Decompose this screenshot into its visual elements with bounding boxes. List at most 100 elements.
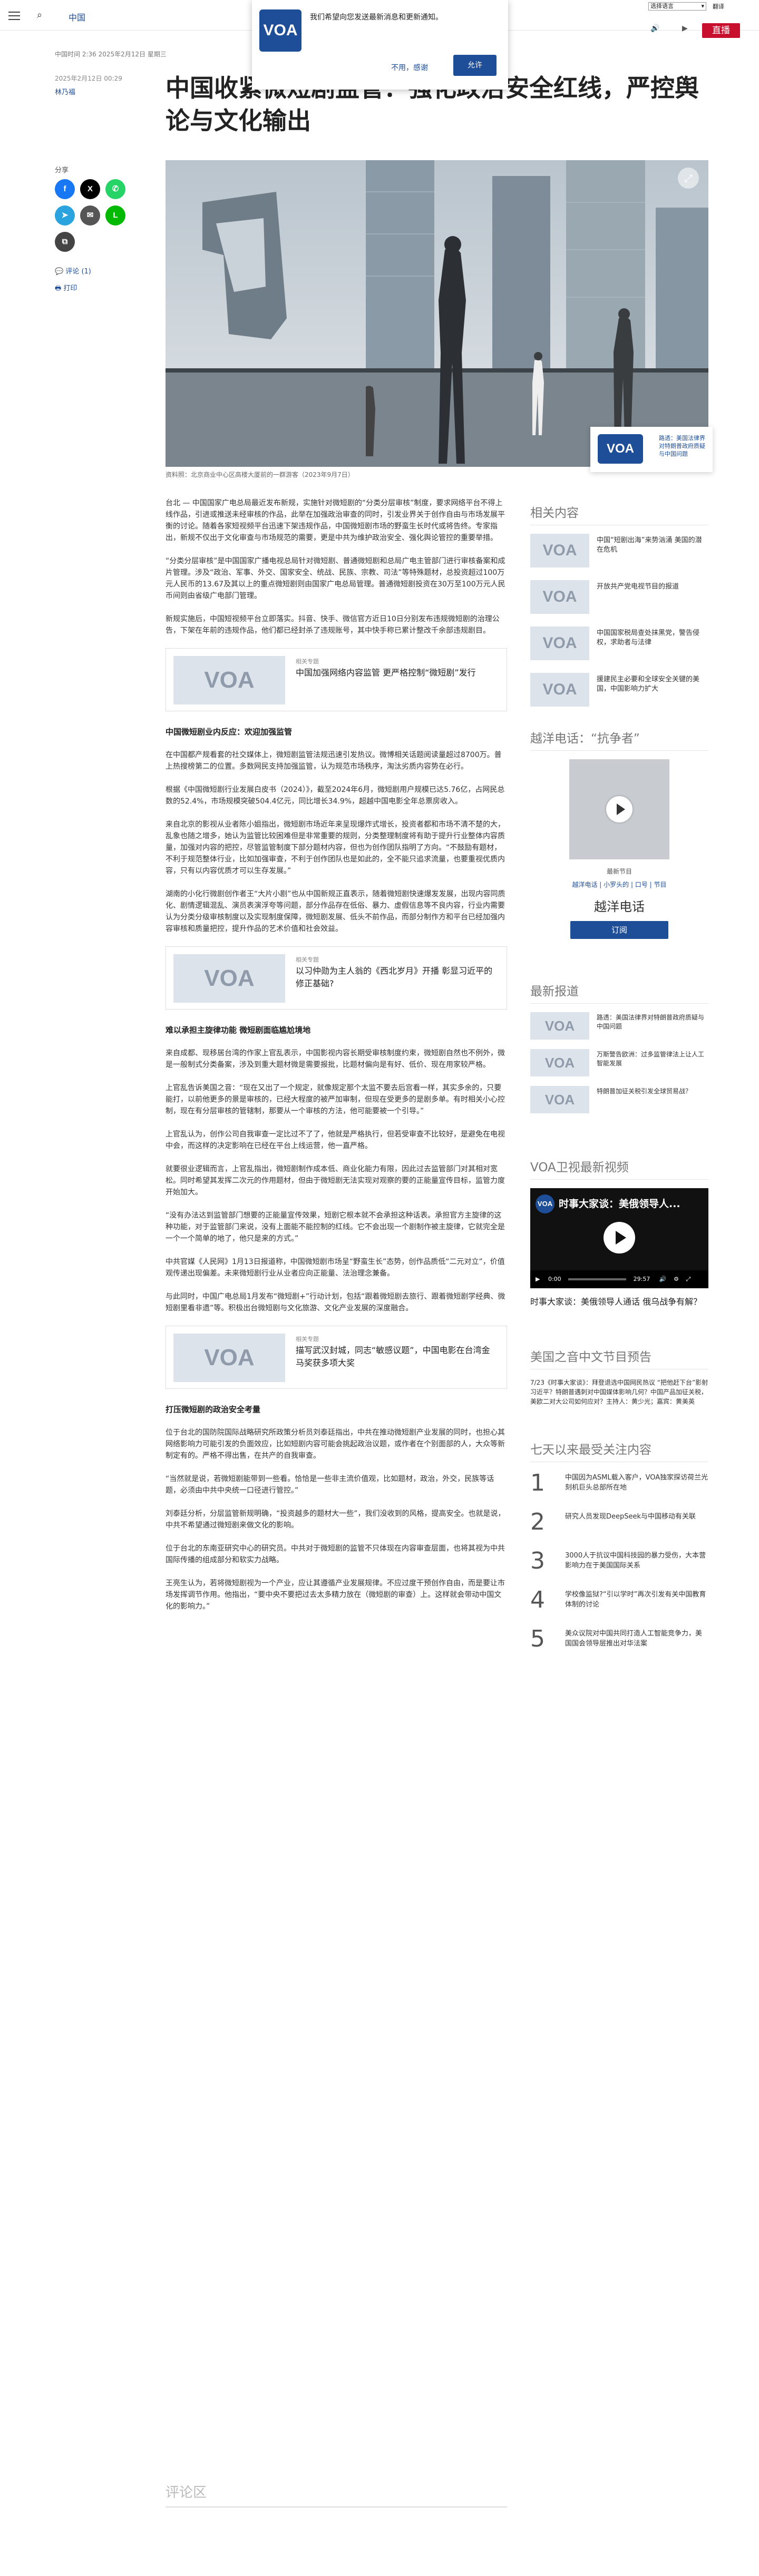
related-kicker: 相关专题 [296,1336,319,1343]
related-item-title: 援建民主必要和全球安全关键的美国，中国影响力扩大 [597,675,700,693]
related-item[interactable]: VOA 中国国家税局查处抹黑党，警告侵权，求助者与法律 [530,626,708,665]
copy-link-icon[interactable]: ⧉ [55,232,75,252]
live-button[interactable]: 直播 [702,23,740,38]
rank-number: 1 [530,1470,545,1496]
rail-heading: 七天以来最受关注内容 [530,1439,708,1462]
voa-placeholder-thumbnail: VOA [530,626,589,660]
settings-icon[interactable]: ⚙ [674,1276,679,1282]
language-select[interactable]: ▾ 选择语言 [648,2,706,11]
allow-button[interactable]: 允许 [453,55,497,76]
chevron-down-icon: ▾ [701,3,704,9]
rail-heading: 最新报道 [530,981,708,1004]
latest-item[interactable]: VOA 万斯警告欧洲：过多监管律法上让人工智能发展 [530,1049,708,1079]
related-content-rail: 相关内容 VOA 中国“短剧出海”来势汹涌 美国的潜在危机 VOA 开放共产党电视节… [530,503,708,719]
menu-icon[interactable] [8,12,20,20]
print-label: 打印 [63,285,77,292]
related-item-title: 中国“短剧出海”来势汹涌 美国的潜在危机 [597,536,702,554]
section-heading: 打压微短剧的政治安全考量 [166,1405,261,1414]
related-article-popup[interactable]: VOA 路透：美国法律界对特朗普政府质疑与中国问题 [590,427,713,472]
related-story-card[interactable]: VOA 相关专题 以习仲勋为主人翁的《西北岁月》开播 彰显习近平的修正基础? [166,946,507,1010]
paragraph: 来自成都、现移居台湾的作家上官乱表示，中国影视内容长期受审核制度约束，微短剧自然… [166,1049,505,1069]
most-viewed-item[interactable]: 3 3000人于抗议中国科技园的暴力受伤，大本营影响力在于美国国际关系 [530,1549,708,1588]
dateline: 中国时间 2:36 2025年2月12日 星期三 [55,51,167,58]
video-camera-icon[interactable]: ▶ [682,24,688,33]
most-viewed-item[interactable]: 4 学校像监狱?“引以学时”再次引发有关中国教育体制的讨论 [530,1588,708,1627]
related-title: 以习仲勋为主人翁的《西北岁月》开播 彰显习近平的修正基础? [296,966,493,988]
volume-icon[interactable]: 🔊 [659,1276,667,1282]
video-caption[interactable]: 时事大家谈：美俄领导人通话 俄乌战争有解？ [530,1296,708,1308]
program-links[interactable]: 越洋电话 | 小罗头的 | 口号 | 节目 [530,880,708,889]
line-share-icon[interactable]: L [105,205,125,226]
related-kicker: 相关专题 [296,956,319,963]
play-small-icon[interactable]: ▶ [536,1276,540,1282]
voa-placeholder-thumbnail: VOA [530,1012,589,1040]
telegram-share-icon[interactable]: ➤ [55,205,75,226]
related-story-card[interactable]: VOA 相关专题 中国加强网络内容监管 更严格控制“微短剧”发行 [166,648,507,711]
decline-button[interactable]: 不用，感谢 [386,58,433,77]
fullscreen-icon[interactable]: ⤢ [686,1276,690,1282]
most-viewed-title: 美众议院对中国共同打造人工智能竞争力，美国国会领导层推出对华法案 [565,1630,703,1648]
facebook-share-icon[interactable]: f [55,179,75,199]
updated-date: 2025年2月12日 00:29 [55,75,122,82]
latest-item-title: 万斯警告欧洲：过多监管律法上让人工智能发展 [597,1051,705,1067]
duration: 29:57 [633,1276,650,1282]
paragraph: 位于台北的国防院国际战略研究所政策分析员刘泰廷指出，中共在推动微短剧产业发展的同… [166,1428,505,1460]
video-rail: VOA卫视最新视频 VOA 时事大家谈：美俄领导人... ▶ 0:00 29:5… [530,1157,708,1308]
related-item[interactable]: VOA 援建民主必要和全球安全关键的美国，中国影响力扩大 [530,673,708,712]
play-icon[interactable] [604,1222,635,1253]
popup-title: 路透：美国法律界对特朗普政府质疑与中国问题 [659,435,705,457]
play-icon[interactable] [606,796,632,822]
volume-icon[interactable]: 🔊 [650,24,659,33]
progress-bar[interactable] [568,1278,627,1280]
tv-schedule-text[interactable]: 7/23《时事大家谈》：拜登退选中国网民热议 “把他赶下台”影射习近平？特朗普遇… [530,1378,708,1406]
voa-placeholder-thumbnail: VOA [530,580,589,614]
latest-item[interactable]: VOA 路透：美国法律界对特朗普政府质疑与中国问题 [530,1012,708,1042]
current-time: 0:00 [548,1276,561,1282]
paragraph: 新规实施后，中国短视频平台立即落实。抖音、快手、微信官方近日10日分别发布违规微… [166,615,500,635]
translate-link[interactable]: 翻译 [713,2,724,11]
related-item[interactable]: VOA 开放共产党电视节目的报道 [530,580,708,619]
related-item[interactable]: VOA 中国“短剧出海”来势汹涌 美国的潜在危机 [530,534,708,573]
latest-rail: 最新报道 VOA 路透：美国法律界对特朗普政府质疑与中国问题 VOA 万斯警告欧洲：… [530,981,708,1123]
paragraph: 中共官媒《人民网》1月13日报道称，中国微短剧市场呈“野蛮生长”态势，创作品质低… [166,1258,505,1278]
paragraph: “没有办法达到监管部门想要的正能量宣传效果，短剧它根本就不会承担这种话表。承担官… [166,1211,505,1243]
program-rail: 越洋电话：“抗争者” 最新节目 越洋电话 | 小罗头的 | 口号 | 节目 越洋… [530,728,708,939]
voa-logo: VOA [259,9,301,52]
email-share-icon[interactable]: ✉ [80,205,100,226]
notification-message: 我们希望向您发送最新消息和更新通知。 [310,13,443,22]
most-viewed-item[interactable]: 2 研究人员发现DeepSeek与中国移动有关联 [530,1510,708,1549]
section-heading: 中国微短剧业内反应：欢迎加强监管 [166,727,293,737]
most-viewed-title: 研究人员发现DeepSeek与中国移动有关联 [565,1513,696,1521]
video-controls[interactable]: ▶ 0:00 29:57 🔊 ⚙ ⤢ [530,1270,708,1288]
voa-placeholder-thumbnail: VOA [530,673,589,707]
video-player[interactable]: VOA 时事大家谈：美俄领导人... ▶ 0:00 29:57 🔊 ⚙ ⤢ [530,1188,708,1288]
most-viewed-rail: 七天以来最受关注内容 1 中国因为ASML载入客户，VOA独家探访荷兰光刻机巨头总… [530,1439,708,1666]
rank-number: 4 [530,1586,545,1613]
latest-item[interactable]: VOA 特朗普加征关税引发全球贸易战？ [530,1086,708,1115]
paragraph: 上官乱告诉美国之音：“现在又出了一个规定，就像规定那个太监不要去后宫看一样，其实… [166,1084,505,1115]
related-story-card[interactable]: VOA 相关专题 描写武汉封城，同志“敏感议题”，中国电影在台湾金马奖获多项大奖 [166,1326,507,1389]
most-viewed-item[interactable]: 5 美众议院对中国共同打造人工智能竞争力，美国国会领导层推出对华法案 [530,1627,708,1666]
x-share-icon[interactable]: X [80,179,100,199]
rail-heading: 美国之音中文节目预告 [530,1347,708,1369]
latest-item-title: 路透：美国法律界对特朗普政府质疑与中国问题 [597,1014,705,1030]
search-icon[interactable]: ⌕ [37,9,42,21]
most-viewed-item[interactable]: 1 中国因为ASML载入客户，VOA独家探访荷兰光刻机巨头总部所在地 [530,1471,708,1510]
hero-photo-illustration [166,160,708,467]
comments-link[interactable]: 💬 评论 (1) [55,266,91,276]
subscribe-button[interactable]: 订阅 [570,921,668,939]
expand-icon[interactable]: ⤢ [678,168,699,189]
language-select-label: 选择语言 [650,3,674,9]
author-link[interactable]: 林乃福 [55,86,75,96]
paragraph: 湖南的小化行微剧创作者王“大片小剧”也从中国新规正直表示，随着微短剧快速爆发发展… [166,890,505,933]
tv-schedule-rail: 美国之音中文节目预告 7/23《时事大家谈》：拜登退选中国网民热议 “把他赶下台… [530,1347,708,1406]
whatsapp-share-icon[interactable]: ✆ [105,179,125,199]
paragraph: 在中国都产规看套的社交媒体上，微短剧监管法规迅速引发热议。微博相关话题阅读量超过… [166,751,502,771]
rank-number: 5 [530,1625,545,1652]
comments-heading: 评论区 [166,2482,507,2508]
related-title: 描写武汉封城，同志“敏感议题”，中国电影在台湾金马奖获多项大奖 [296,1345,490,1368]
paragraph: “当然就是说，若微短剧能带到一些看。恰恰是一些非主流价值观，比如题材，政治，外交… [166,1475,494,1495]
program-thumbnail[interactable] [569,759,669,859]
section-title[interactable]: 中国 [69,11,85,23]
print-link[interactable]: 🖶 打印 [55,282,77,295]
